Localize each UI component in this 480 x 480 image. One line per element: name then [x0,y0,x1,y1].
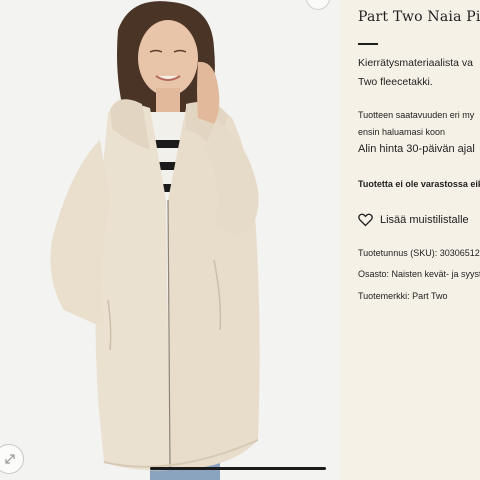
product-description-line-2: Two fleecetakki. [358,76,433,88]
department-link[interactable]: Osasto: Naisten kevät- ja syyst [358,269,480,279]
gallery-scroll-indicator[interactable] [150,467,326,470]
product-title: Part Two Naia Pi [358,9,480,25]
stock-status: Tuotetta ei ole varastossa eik [358,179,480,189]
wishlist-label: Lisää muistilistalle [380,214,469,226]
product-info-panel: ... Part Two Naia Pi Kierrätysmateriaali… [340,0,480,480]
lowest-price-note: Alin hinta 30-päivän ajal [358,143,475,155]
availability-note-line-1: Tuotteen saatavuuden eri my [358,110,475,120]
brand-link[interactable]: Tuotemerkki: Part Two [358,291,448,301]
availability-note-line-2: ensin haluamasi koon [358,127,446,137]
sku-info: Tuotetunnus (SKU): 30306512 [358,248,480,258]
heart-icon [358,213,373,227]
product-image-gallery[interactable] [0,0,340,480]
breadcrumb[interactable]: ... [358,0,366,3]
product-description-line-1: Kierrätysmateriaalista va [358,57,473,69]
product-photo [0,0,340,480]
zoom-icon [5,454,15,464]
title-divider [358,43,378,45]
add-to-wishlist-button[interactable]: Lisää muistilistalle [358,213,469,227]
